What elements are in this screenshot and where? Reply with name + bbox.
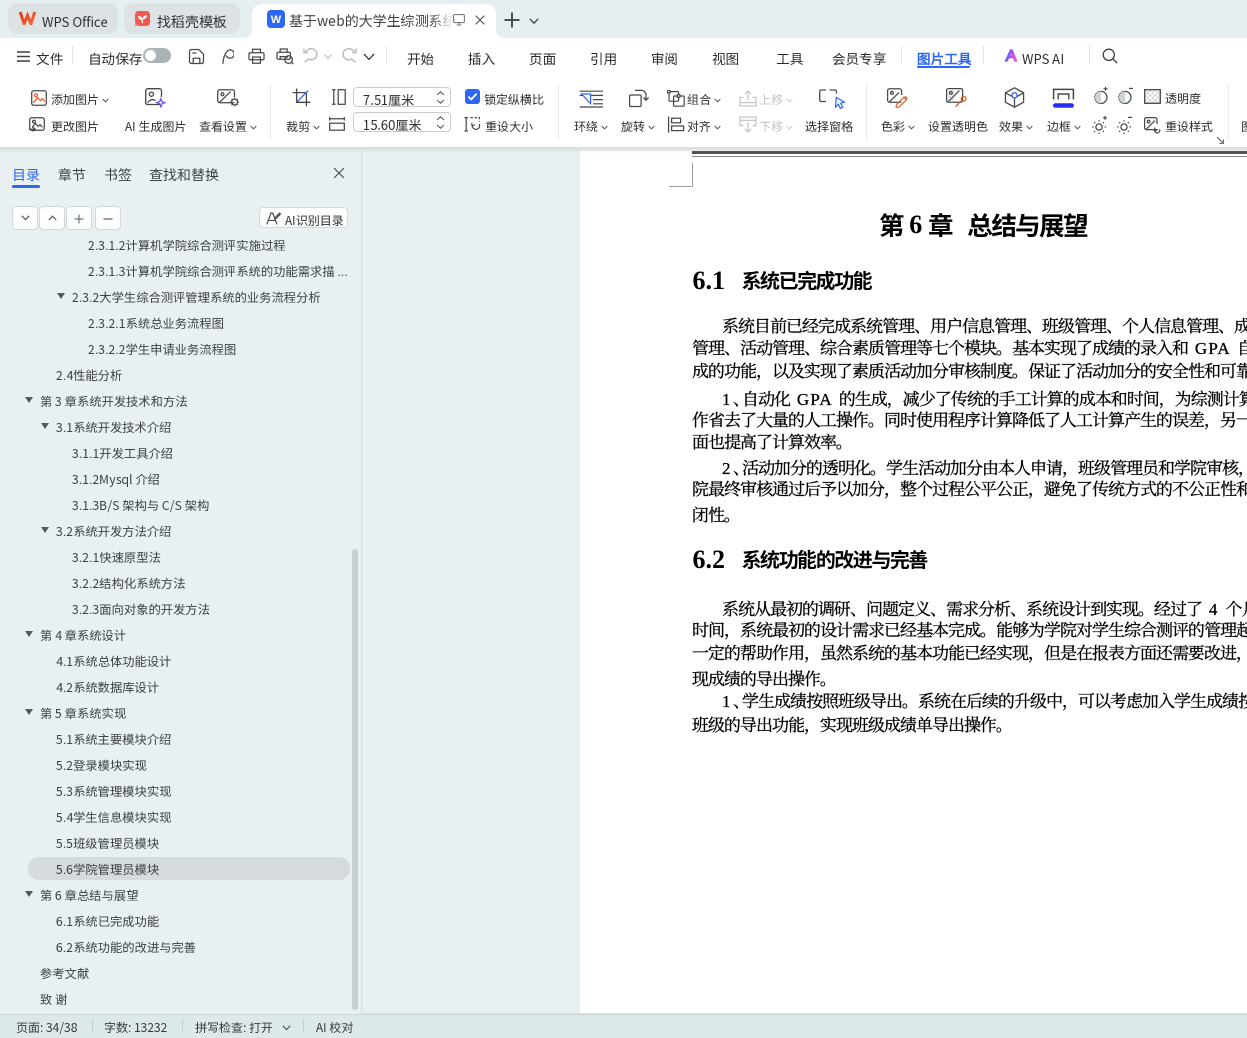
- svg-text:W: W: [271, 14, 282, 26]
